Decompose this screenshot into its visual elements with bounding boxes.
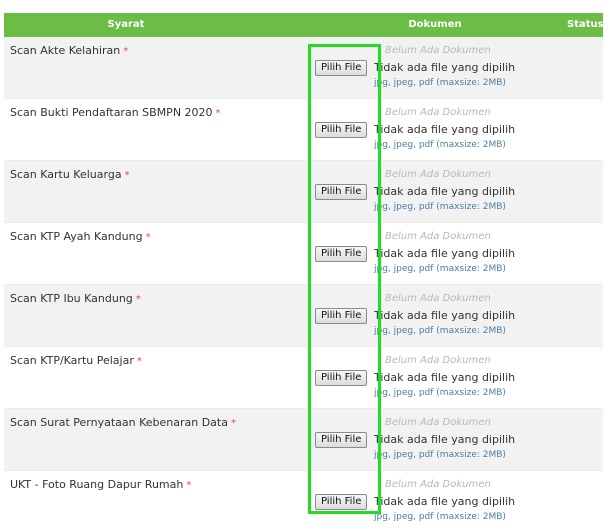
requirement-label: Scan Kartu Keluarga * bbox=[10, 168, 130, 181]
file-format-hint: jpg, jpeg, pdf (maxsize: 2MB) bbox=[374, 264, 506, 274]
required-mark: * bbox=[186, 480, 192, 491]
file-status-text: Tidak ada file yang dipilih bbox=[374, 185, 516, 198]
choose-file-button[interactable]: Pilih File bbox=[315, 184, 368, 200]
file-format-hint: jpg, jpeg, pdf (maxsize: 2MB) bbox=[374, 388, 506, 398]
requirement-label: Scan Bukti Pendaftaran SBMPN 2020 * bbox=[10, 106, 221, 119]
document-status: Belum Ada Dokumen bbox=[385, 107, 491, 118]
file-status-text: Tidak ada file yang dipilih bbox=[374, 309, 516, 322]
choose-file-button[interactable]: Pilih File bbox=[315, 370, 368, 386]
required-mark: * bbox=[145, 232, 151, 243]
table-header: Syarat Dokumen Status bbox=[4, 13, 604, 37]
requirement-label: Scan KTP/Kartu Pelajar * bbox=[10, 354, 142, 367]
header-syarat: Syarat bbox=[107, 19, 145, 30]
table-row: Scan Akte Kelahiran * Belum Ada Dokumen P… bbox=[4, 37, 603, 98]
file-format-hint: jpg, jpeg, pdf (maxsize: 2MB) bbox=[374, 140, 506, 150]
table-row: Scan Bukti Pendaftaran SBMPN 2020 * Belum… bbox=[4, 98, 603, 160]
table-row: Scan KTP Ayah Kandung * Belum Ada Dokumen… bbox=[4, 222, 603, 284]
file-format-hint: jpg, jpeg, pdf (maxsize: 2MB) bbox=[374, 78, 506, 88]
file-status-text: Tidak ada file yang dipilih bbox=[374, 247, 516, 260]
upload-table: Syarat Dokumen Status Scan Akte Kelahira… bbox=[4, 13, 604, 532]
choose-file-button[interactable]: Pilih File bbox=[315, 308, 368, 324]
file-format-hint: jpg, jpeg, pdf (maxsize: 2MB) bbox=[374, 326, 506, 336]
file-format-hint: jpg, jpeg, pdf (maxsize: 2MB) bbox=[374, 450, 506, 460]
table-row: UKT - Foto Ruang Dapur Rumah * Belum Ada … bbox=[4, 470, 603, 532]
requirement-label: UKT - Foto Ruang Dapur Rumah * bbox=[10, 478, 192, 491]
document-status: Belum Ada Dokumen bbox=[385, 355, 491, 366]
document-status: Belum Ada Dokumen bbox=[385, 45, 491, 56]
choose-file-button[interactable]: Pilih File bbox=[315, 246, 368, 262]
file-status-text: Tidak ada file yang dipilih bbox=[374, 433, 516, 446]
document-status: Belum Ada Dokumen bbox=[385, 417, 491, 428]
file-status-text: Tidak ada file yang dipilih bbox=[374, 61, 516, 74]
table-row: Scan Kartu Keluarga * Belum Ada Dokumen P… bbox=[4, 160, 603, 222]
file-format-hint: jpg, jpeg, pdf (maxsize: 2MB) bbox=[374, 512, 506, 522]
file-format-hint: jpg, jpeg, pdf (maxsize: 2MB) bbox=[374, 202, 506, 212]
file-status-text: Tidak ada file yang dipilih bbox=[374, 371, 516, 384]
document-status: Belum Ada Dokumen bbox=[385, 479, 491, 490]
choose-file-button[interactable]: Pilih File bbox=[315, 60, 368, 76]
document-status: Belum Ada Dokumen bbox=[385, 231, 491, 242]
table-row: Scan Surat Pernyataan Kebenaran Data * Be… bbox=[4, 408, 603, 470]
header-status: Status bbox=[567, 19, 604, 30]
table-row: Scan KTP Ibu Kandung * Belum Ada Dokumen … bbox=[4, 284, 603, 346]
required-mark: * bbox=[135, 294, 141, 305]
requirement-label: Scan Surat Pernyataan Kebenaran Data * bbox=[10, 416, 236, 429]
required-mark: * bbox=[123, 46, 129, 57]
table-row: Scan KTP/Kartu Pelajar * Belum Ada Dokume… bbox=[4, 346, 603, 408]
file-status-text: Tidak ada file yang dipilih bbox=[374, 123, 516, 136]
requirement-label: Scan Akte Kelahiran * bbox=[10, 44, 129, 57]
required-mark: * bbox=[136, 356, 142, 367]
required-mark: * bbox=[215, 108, 221, 119]
document-status: Belum Ada Dokumen bbox=[385, 169, 491, 180]
required-mark: * bbox=[124, 170, 130, 181]
requirement-label: Scan KTP Ibu Kandung * bbox=[10, 292, 141, 305]
choose-file-button[interactable]: Pilih File bbox=[315, 432, 368, 448]
requirement-label: Scan KTP Ayah Kandung * bbox=[10, 230, 151, 243]
file-status-text: Tidak ada file yang dipilih bbox=[374, 495, 516, 508]
choose-file-button[interactable]: Pilih File bbox=[315, 122, 368, 138]
header-dokumen: Dokumen bbox=[408, 19, 462, 30]
document-status: Belum Ada Dokumen bbox=[385, 293, 491, 304]
choose-file-button[interactable]: Pilih File bbox=[315, 494, 368, 510]
required-mark: * bbox=[230, 418, 236, 429]
